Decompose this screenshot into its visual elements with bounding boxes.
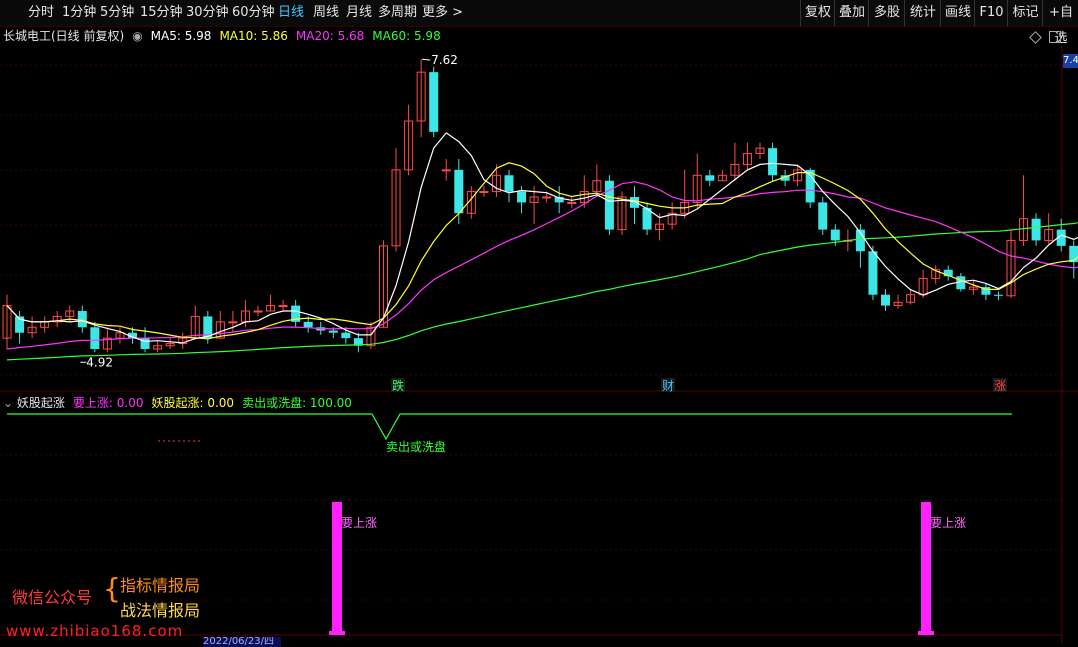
candle-body <box>1031 218 1041 241</box>
period-tab-5[interactable]: 60分钟 <box>232 0 275 26</box>
toolbar-button-2[interactable]: 多股 <box>868 0 905 26</box>
candle-body <box>429 72 439 132</box>
period-tab-6[interactable]: 日线 <box>278 0 304 26</box>
period-tab-3[interactable]: 15分钟 <box>140 0 183 26</box>
candle-body <box>567 201 577 204</box>
candle-body <box>77 311 87 328</box>
signal-marker-1: 财 <box>662 379 674 393</box>
period-tab-9[interactable]: 多周期 <box>378 0 417 26</box>
candle-body <box>253 310 263 313</box>
candle-body <box>705 175 715 181</box>
candle-body <box>768 148 778 176</box>
wechat-label: 微信公众号 <box>12 588 93 607</box>
ma-value-3: MA60: 5.98 <box>372 29 441 43</box>
up-signal-label-0: 要上涨 <box>341 515 377 530</box>
window-icon[interactable] <box>1049 31 1061 43</box>
high-price-label: 7.62 <box>431 53 458 67</box>
candle-body <box>1069 245 1078 263</box>
toolbar-button-0[interactable]: 复权 <box>800 0 835 26</box>
indicator-value-1: 妖股起涨: 0.00 <box>151 396 235 410</box>
period-tab-1[interactable]: 1分钟 <box>62 0 96 26</box>
candle-body <box>868 251 878 295</box>
toolbar-button-6[interactable]: 标记 <box>1007 0 1043 26</box>
period-tab-4[interactable]: 30分钟 <box>186 0 229 26</box>
toolbar-button-4[interactable]: 画线 <box>940 0 975 26</box>
ma60-line <box>6 222 1078 361</box>
ma-value-0: MA5: 5.98 <box>150 29 212 43</box>
period-tab-8[interactable]: 月线 <box>346 0 372 26</box>
period-toolbar: 分时 1分钟 5分钟 15分钟 30分钟 60分钟 日线 周线 月线 多周期 更多 > 复权 叠加 多股… <box>0 0 1078 46</box>
candle-body <box>479 191 489 194</box>
ma-value-2: MA20: 5.68 <box>295 29 365 43</box>
high-pointer <box>422 58 431 61</box>
candlestick-chart[interactable]: 7.62 4.92 跌 财 涨卖出或洗盘要上涨 要上涨 <box>0 45 1078 645</box>
brace-glyph: { <box>103 572 121 605</box>
indicator-value-0: 要上涨: 0.00 <box>72 396 144 410</box>
stock-title: 长城电工(日线 前复权) <box>3 29 125 43</box>
ma-value-1: MA10: 5.86 <box>219 29 288 43</box>
candle-body <box>454 169 464 214</box>
brand-label-2: 战法情报局 <box>120 601 201 620</box>
candle-body <box>303 321 313 328</box>
candle-body <box>542 196 552 199</box>
settings-circle-icon[interactable]: ◉ <box>132 29 142 43</box>
signal-marker-0: 跌 <box>392 378 404 393</box>
toolbar-button-1[interactable]: 叠加 <box>834 0 869 26</box>
candle-body <box>830 229 840 241</box>
candle-body <box>341 332 351 339</box>
ma5-line <box>6 132 1078 344</box>
candle-body <box>278 305 288 308</box>
period-tab-2[interactable]: 5分钟 <box>100 0 134 26</box>
indicator-name: 妖股起涨 <box>16 396 65 410</box>
up-signal-bar-base-1 <box>918 631 934 635</box>
candle-body <box>517 191 527 203</box>
candle-body <box>441 169 451 172</box>
candle-body <box>90 327 100 349</box>
crosshair-date: 2022/06/23/四 <box>203 637 281 647</box>
candle-body <box>630 197 639 208</box>
low-price-label: 4.92 <box>86 355 113 369</box>
brand-label-1: 指标情报局 <box>120 576 201 595</box>
candle-body <box>993 294 1003 296</box>
ma10-line <box>6 162 1078 340</box>
candle-body <box>328 330 338 333</box>
period-tab-0[interactable]: 分时 <box>28 0 54 26</box>
candle-body <box>504 175 514 192</box>
candle-body <box>881 294 890 306</box>
diamond-icon[interactable] <box>1029 31 1042 44</box>
sell-signal-label: 卖出或洗盘 <box>386 439 446 454</box>
up-signal-bar-base-0 <box>329 631 345 635</box>
period-tab-10[interactable]: 更多 > <box>422 0 463 26</box>
period-tab-7[interactable]: 周线 <box>313 0 339 26</box>
site-url: www.zhibiao168.com <box>6 622 184 640</box>
candle-body <box>818 202 828 230</box>
toolbar-button-3[interactable]: 统计 <box>904 0 941 26</box>
sell-signal-line <box>7 413 1012 441</box>
ma20-line <box>6 181 1078 350</box>
toolbar-button-7[interactable]: +自选 <box>1042 0 1078 46</box>
stock-info-line: 长城电工(日线 前复权) ◉ MA5: 5.98 MA10: 5.86 MA20: 5.… <box>0 27 449 45</box>
toolbar-button-5[interactable]: F10 <box>974 0 1008 26</box>
candle-body <box>228 321 238 324</box>
signal-marker-2: 涨 <box>994 378 1006 393</box>
indicator-info-line: ⌄ 妖股起涨 要上涨: 0.00 妖股起涨: 0.00 卖出或洗盘: 100.00 <box>0 395 360 411</box>
indicator-value-2: 卖出或洗盘: 100.00 <box>242 396 352 410</box>
collapse-icon[interactable]: ⌄ <box>3 396 13 410</box>
up-signal-label-1: 要上涨 <box>930 515 966 530</box>
